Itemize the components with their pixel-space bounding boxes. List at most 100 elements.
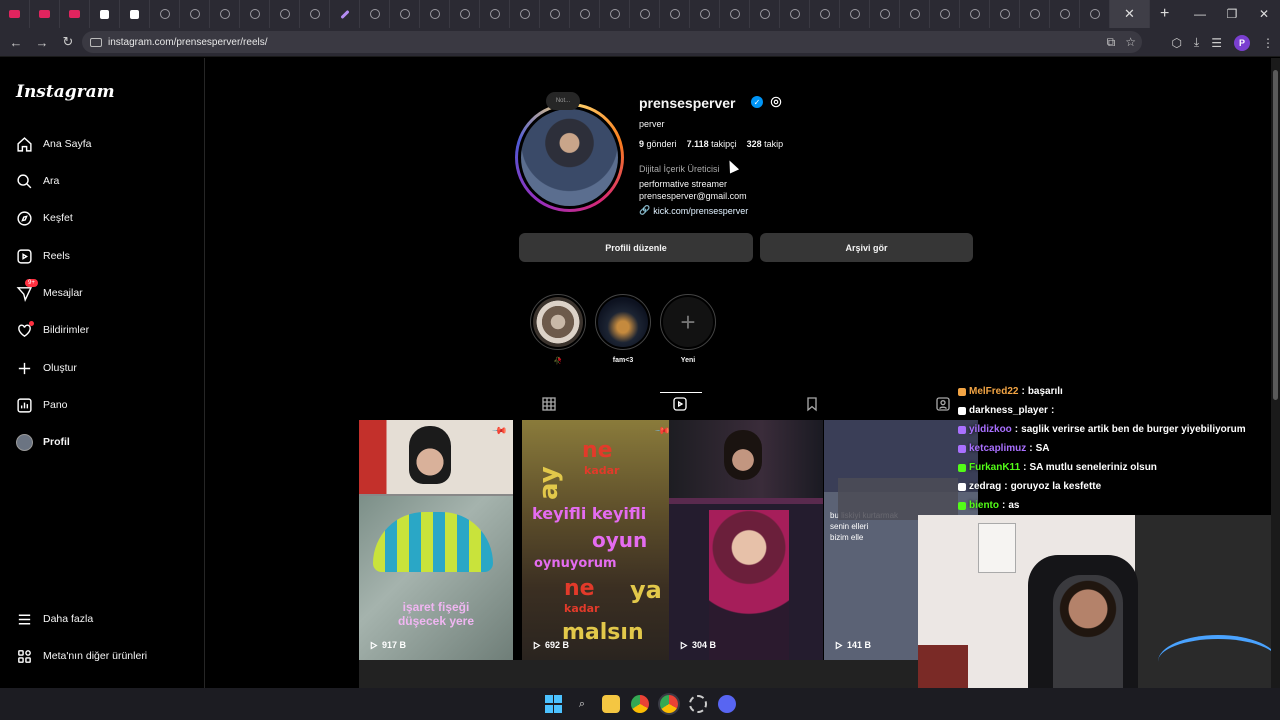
browser-tab[interactable] [600,0,630,28]
reload-icon[interactable]: ↻ [56,30,80,54]
tab-posts-grid-icon[interactable] [541,396,557,412]
sidebar-item-dashboard[interactable]: Pano [16,391,68,419]
sidebar-item-explore[interactable]: Keşfet [16,204,73,232]
edit-profile-button[interactable]: Profili düzenle [519,233,753,262]
tab-tagged-icon[interactable] [935,396,951,412]
browser-tab[interactable] [150,0,180,28]
windows-start-icon[interactable] [544,695,562,713]
sidebar-item-create[interactable]: Oluştur [16,354,77,382]
back-icon[interactable]: ← [4,30,28,54]
url-bar[interactable]: instagram.com/prensesperver/reels/ ⧉ ☆ [82,31,1142,53]
browser-tab[interactable] [120,0,150,28]
sidebar-item-more[interactable]: Daha fazla [16,605,93,633]
highlight-item[interactable] [595,294,651,350]
chat-badge-icon [958,406,966,415]
page-scrollbar[interactable] [1271,58,1280,688]
sidebar-item-meta[interactable]: Meta'nın diğer ürünleri [16,642,147,670]
browser-tab[interactable] [690,0,720,28]
chat-text: goruyoz la kesfette [1010,481,1102,492]
sidebar-item-reels[interactable]: Reels [16,242,70,270]
forward-icon[interactable]: → [30,30,54,54]
browser-tab[interactable] [1080,0,1110,28]
extensions-icon[interactable]: ⬡ [1171,36,1181,50]
file-explorer-icon[interactable] [602,695,620,713]
browser-tab[interactable] [540,0,570,28]
chrome-active-icon[interactable] [660,695,678,713]
sidebar-item-messages[interactable]: 9+ Mesajlar [16,278,83,307]
profile-link[interactable]: 🔗 kick.com/prensesperver [639,205,748,216]
profile-avatar[interactable] [515,103,624,212]
browser-tab[interactable] [240,0,270,28]
search-icon [16,173,33,190]
app-icon[interactable] [689,695,707,713]
reel-tile[interactable]: işaret fişeği düşecek yere 📌 917 B [359,420,513,660]
browser-tab[interactable] [180,0,210,28]
followers-count[interactable]: 7.118 takipçi [687,139,737,149]
browser-tab[interactable] [1050,0,1080,28]
browser-tab[interactable] [270,0,300,28]
maximize-icon[interactable]: ❐ [1216,0,1248,28]
tab-saved-icon[interactable] [804,396,820,412]
sidebar-item-profile[interactable]: Profil [16,428,70,456]
browser-tab[interactable] [210,0,240,28]
following-count[interactable]: 328 takip [747,139,784,149]
browser-tab[interactable] [300,0,330,28]
browser-tab[interactable] [570,0,600,28]
browser-tab[interactable] [750,0,780,28]
discord-icon[interactable] [718,695,736,713]
close-window-icon[interactable]: ✕ [1248,0,1280,28]
browser-tab[interactable] [630,0,660,28]
browser-tab[interactable] [420,0,450,28]
browser-tab[interactable] [900,0,930,28]
browser-tab[interactable] [810,0,840,28]
reel-views: 917 B [369,640,406,650]
search-icon[interactable]: ⌕ [573,695,591,713]
install-app-icon[interactable]: ⧉ [1107,35,1116,50]
minimize-icon[interactable]: — [1184,0,1216,28]
browser-tab[interactable] [660,0,690,28]
browser-tab[interactable] [720,0,750,28]
new-tab-icon[interactable]: + [1160,5,1169,23]
browser-tab[interactable] [990,0,1020,28]
browser-tab[interactable] [780,0,810,28]
chat-badge-icon [958,425,966,434]
browser-tab[interactable] [330,0,360,28]
browser-tab[interactable] [510,0,540,28]
browser-tab[interactable] [480,0,510,28]
reel-tile[interactable]: 304 B [669,420,823,660]
browser-tab[interactable] [870,0,900,28]
settings-gear-icon[interactable] [769,95,783,109]
browser-tab[interactable] [360,0,390,28]
browser-tab[interactable] [60,0,90,28]
reel-tile[interactable]: ay ne kadar keyifli keyifli oyun oynuyor… [522,420,676,660]
tab-reels-icon[interactable] [672,396,688,412]
home-icon [16,136,33,153]
chrome-icon[interactable] [631,695,649,713]
highlight-item[interactable] [530,294,586,350]
browser-tab-active[interactable]: ✕ [1110,0,1150,28]
browser-tab[interactable] [840,0,870,28]
browser-tab[interactable] [390,0,420,28]
browser-tab[interactable] [30,0,60,28]
sidebar-item-home[interactable]: Ana Sayfa [16,130,91,158]
note-bubble[interactable]: Not... [546,92,580,110]
browser-menu-icon[interactable]: ⋮ [1262,36,1274,50]
sidebar-item-notifications[interactable]: Bildirimler [16,316,89,344]
new-highlight-button[interactable]: + [660,294,716,350]
site-info-icon[interactable] [90,37,102,47]
browser-tab[interactable] [930,0,960,28]
play-icon [533,641,541,649]
browser-tab[interactable] [0,0,30,28]
browser-tab[interactable] [90,0,120,28]
bookmark-star-icon[interactable]: ☆ [1125,35,1136,49]
browser-profile-avatar[interactable]: P [1234,34,1250,51]
reading-list-icon[interactable]: ☰ [1211,36,1222,50]
sidebar-item-search[interactable]: Ara [16,167,59,195]
browser-tab[interactable] [1020,0,1050,28]
browser-tab[interactable] [960,0,990,28]
download-icon[interactable]: ⤓ [1194,35,1199,50]
instagram-logo[interactable]: Instagram [16,82,115,102]
view-archive-button[interactable]: Arşivi gör [760,233,973,262]
browser-tab[interactable] [450,0,480,28]
close-tab-icon[interactable]: ✕ [1124,6,1135,22]
